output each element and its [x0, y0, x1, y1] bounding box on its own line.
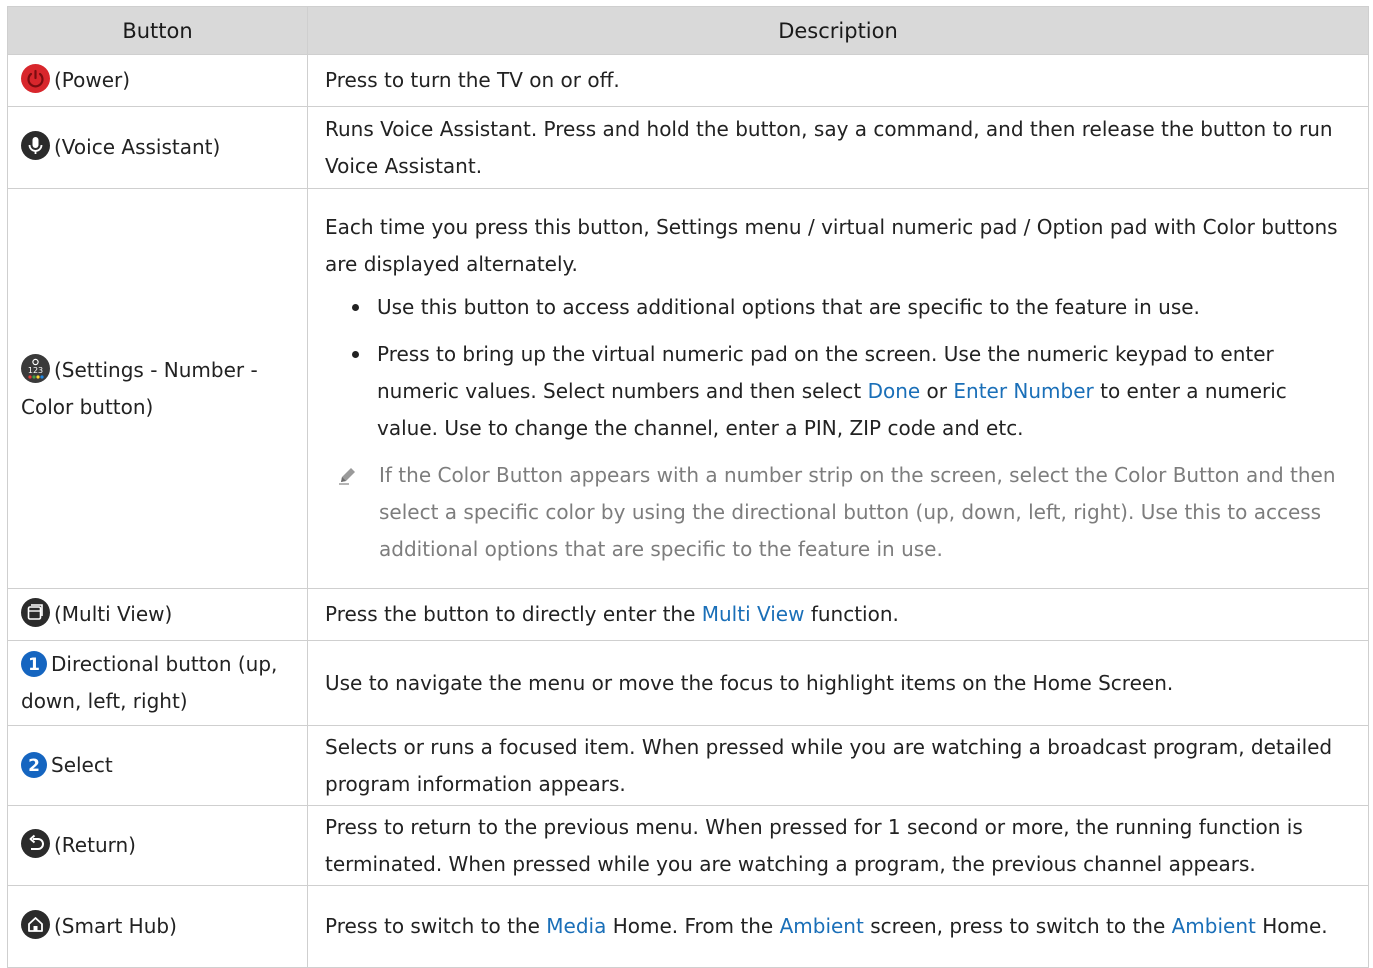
button-label: (Smart Hub) — [54, 914, 177, 938]
note: If the Color Button appears with a numbe… — [325, 457, 1354, 568]
table-header-row: Button Description — [7, 6, 1369, 55]
table-row: (Multi View) Press the button to directl… — [7, 588, 1369, 641]
pencil-icon — [337, 461, 359, 498]
home-icon — [21, 910, 50, 939]
button-cell: (Smart Hub) — [7, 885, 308, 968]
multi-view-link[interactable]: Multi View — [702, 602, 805, 626]
note-text: If the Color Button appears with a numbe… — [379, 463, 1336, 561]
svg-text:2: 2 — [28, 756, 40, 776]
button-label: Directional button (up, down, left, righ… — [21, 652, 278, 713]
table-row: 2 Select Selects or runs a focused item.… — [7, 725, 1369, 806]
button-label: (Settings - Number - Color button) — [21, 357, 258, 419]
table-row: (Power) Press to turn the TV on or off. — [7, 54, 1369, 107]
return-icon — [21, 829, 50, 858]
button-label: Select — [51, 753, 113, 777]
header-description: Description — [307, 6, 1369, 55]
svg-text:123: 123 — [28, 366, 43, 375]
button-cell: 2 Select — [7, 725, 308, 806]
button-cell: (Multi View) — [7, 588, 308, 641]
button-label: (Power) — [54, 68, 131, 92]
button-label: (Multi View) — [54, 602, 173, 626]
description-cell: Each time you press this button, Setting… — [307, 188, 1369, 589]
description-cell: Selects or runs a focused item. When pre… — [307, 725, 1369, 806]
bullet-item: Use this button to access additional opt… — [352, 289, 1354, 326]
button-cell: (Power) — [7, 54, 308, 107]
description-cell: Press to switch to the Media Home. From … — [307, 885, 1369, 968]
table-row: 1 Directional button (up, down, left, ri… — [7, 640, 1369, 726]
description-cell: Press to turn the TV on or off. — [307, 54, 1369, 107]
desc-text: screen, press to switch to the — [870, 914, 1166, 938]
bullet-text: or — [926, 379, 948, 403]
desc-text: Home. — [1262, 914, 1328, 938]
power-icon — [21, 64, 50, 93]
multi-view-icon — [21, 598, 50, 627]
table-row: 123 (Settings - Number - Color button) E… — [7, 188, 1369, 589]
description-bullets: Use this button to access additional opt… — [325, 289, 1354, 447]
header-button: Button — [7, 6, 308, 55]
table-row: (Return) Press to return to the previous… — [7, 805, 1369, 886]
desc-text: Press to switch to the — [325, 914, 540, 938]
microphone-icon — [21, 131, 50, 160]
done-link[interactable]: Done — [868, 379, 921, 403]
button-label: (Return) — [54, 833, 136, 857]
number-2-badge-icon: 2 — [21, 752, 47, 778]
description-cell: Press the button to directly enter the M… — [307, 588, 1369, 641]
number-1-badge-icon: 1 — [21, 651, 47, 677]
table-row: (Voice Assistant) Runs Voice Assistant. … — [7, 106, 1369, 189]
remote-buttons-table: Button Description (Power) Press to turn… — [7, 6, 1369, 968]
button-label: (Voice Assistant) — [54, 135, 221, 159]
description-cell: Runs Voice Assistant. Press and hold the… — [307, 106, 1369, 189]
button-cell: (Voice Assistant) — [7, 106, 308, 189]
media-link[interactable]: Media — [546, 914, 606, 938]
button-cell: 1 Directional button (up, down, left, ri… — [7, 640, 308, 726]
ambient-link[interactable]: Ambient — [780, 914, 864, 938]
bullet-item: Press to bring up the virtual numeric pa… — [352, 336, 1354, 447]
enter-number-link[interactable]: Enter Number — [953, 379, 1093, 403]
description-cell: Press to return to the previous menu. Wh… — [307, 805, 1369, 886]
table-row: (Smart Hub) Press to switch to the Media… — [7, 885, 1369, 968]
description-cell: Use to navigate the menu or move the foc… — [307, 640, 1369, 726]
svg-text:1: 1 — [28, 655, 40, 675]
button-cell: (Return) — [7, 805, 308, 886]
ambient-home-link[interactable]: Ambient — [1172, 914, 1256, 938]
button-cell: 123 (Settings - Number - Color button) — [7, 188, 308, 589]
settings-number-color-icon: 123 — [21, 353, 50, 383]
desc-text: Home. From the — [612, 914, 774, 938]
desc-text: function. — [810, 602, 899, 626]
desc-text: Press the button to directly enter the — [325, 602, 696, 626]
description-intro: Each time you press this button, Setting… — [325, 215, 1338, 276]
